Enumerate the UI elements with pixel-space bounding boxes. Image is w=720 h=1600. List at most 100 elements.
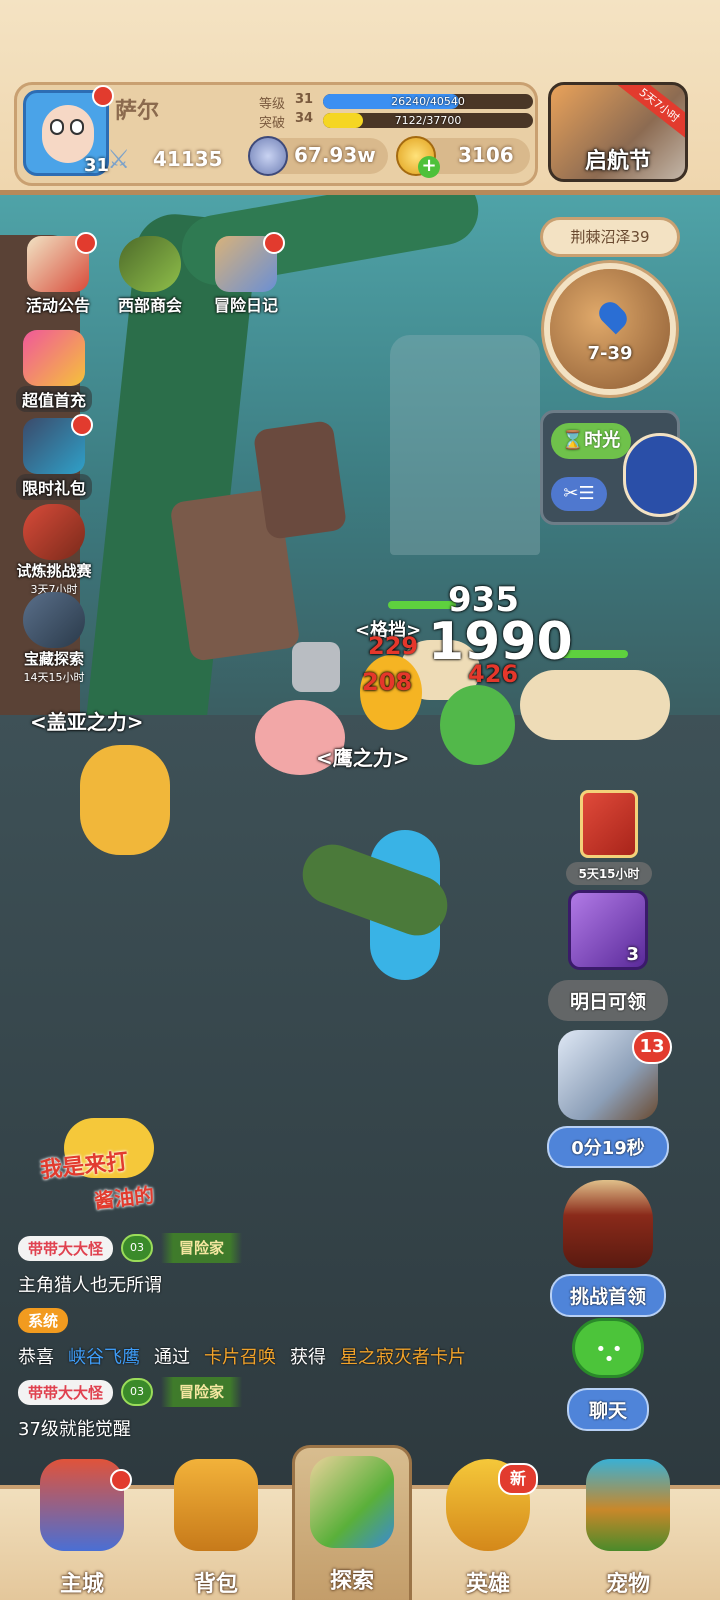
bone-lizard-monster (520, 670, 670, 740)
chat-dots: • • • (595, 1339, 623, 1370)
diary-book-icon (215, 232, 285, 292)
user-title-badge: 冒险家 (161, 1377, 243, 1407)
skill-label-gaia: <盖亚之力> (30, 710, 144, 734)
avatar-eye (50, 119, 64, 135)
notification-dot-icon (75, 232, 97, 254)
level-label: 等级 (259, 97, 286, 112)
menu-label: 西部商会 (117, 296, 182, 315)
chat-message-row: 恭喜 峡谷飞鹰 通过 卡片召唤 获得 星之寂灭者卡片 (18, 1338, 578, 1374)
zone-name[interactable]: 荆棘沼泽39 (540, 217, 680, 257)
nav-label: 英雄 (465, 1572, 510, 1597)
menu-first-recharge[interactable]: 超值首充 (10, 330, 98, 412)
menu-label: 冒险日记 (213, 296, 278, 315)
user-title-badge: 冒险家 (161, 1233, 243, 1263)
menu-treasure-explore[interactable]: 宝藏探索 14天15小时 (4, 592, 104, 685)
menu-label: 超值首充 (15, 386, 92, 412)
chat-message: 37级就能觉醒 (18, 1419, 131, 1440)
chat-message-row: 主角猎人也无所谓 (18, 1266, 578, 1302)
gold-amount: 3106 (458, 143, 514, 167)
system-msg-part: 获得 (290, 1347, 326, 1368)
red-gift-card-icon (580, 790, 638, 858)
silver-currency[interactable]: 67.93w (248, 136, 388, 176)
notification-dot-icon (71, 414, 93, 436)
chibi-girl-avatar[interactable] (623, 433, 697, 517)
menu-limited-pack[interactable]: 限时礼包 (10, 414, 98, 500)
menu-adventure-diary[interactable]: 冒险日记 (204, 232, 288, 316)
festival-label: 启航节 (584, 149, 651, 174)
system-msg-player[interactable]: 峡谷飞鹰 (68, 1343, 140, 1369)
treasure-count-badge: 13 (632, 1030, 672, 1064)
pet-egg-icon (586, 1459, 670, 1551)
nav-heroes[interactable]: 新 英雄 (428, 1459, 548, 1600)
bottom-navigation: 主城 背包 探索 新 英雄 宠物 (0, 1445, 720, 1600)
combat-power: 41135 (153, 147, 223, 171)
treasure-map-icon (310, 1456, 394, 1548)
chat-header-row: 带带大大怪 03 冒险家 (18, 1374, 578, 1410)
menu-western-shop[interactable]: 西部商会 (108, 236, 192, 316)
festival-event-button[interactable]: 5天7小时 启航节 (548, 82, 688, 182)
purple-chest-icon: 3 (568, 890, 648, 970)
castle-icon (40, 1459, 132, 1551)
system-msg-item[interactable]: 星之寂灭者卡片 (340, 1343, 466, 1369)
nav-main-city[interactable]: 主城 (22, 1459, 142, 1600)
system-tag: 系统 (18, 1307, 69, 1333)
damage-number: 208 (362, 668, 413, 696)
daily-chest-button[interactable]: 3 明日可领 (538, 890, 678, 1021)
gold-currency[interactable]: + 3106 (396, 136, 530, 178)
chest-count: 3 (626, 944, 639, 965)
chat-sticker: 我是来打 酱油的 (39, 1118, 200, 1218)
nav-pets[interactable]: 宠物 (568, 1459, 688, 1600)
time-light-button[interactable]: ⌛时光 (551, 423, 631, 459)
merchant-goblin-icon (119, 236, 181, 292)
nav-explore[interactable]: 探索 (292, 1445, 412, 1600)
silver-coin-icon (248, 136, 288, 176)
chat-username[interactable]: 带带大大怪 (18, 1235, 114, 1261)
notification-dot-icon (110, 1469, 132, 1491)
scroll-icon (27, 232, 97, 292)
auto-battle-button[interactable]: ✂☰ (551, 477, 607, 511)
chat-bubble-icon: • • • (572, 1318, 644, 1378)
top-header: 31 萨尔 ⚔ 41135 等级 31 26240/40540 突破 34 71… (0, 0, 720, 195)
knight-helmet (292, 642, 340, 692)
chat-message: 主角猎人也无所谓 (18, 1275, 162, 1296)
user-level-badge: 03 (121, 1378, 154, 1406)
notification-dot-icon (92, 85, 114, 107)
rock (252, 419, 348, 541)
player-name: 萨尔 (115, 99, 160, 124)
exp-bar: 26240/40540 (323, 94, 533, 109)
stage-map-button[interactable]: 7-39 (544, 263, 676, 395)
menu-label: 宝藏探索 (23, 650, 84, 668)
treasure-timer: 0分19秒 (547, 1126, 669, 1168)
treasure-pile-button[interactable]: 13 0分19秒 (540, 1030, 676, 1168)
chat-username[interactable]: 带带大大怪 (18, 1379, 114, 1405)
chat-message-row: 37级就能觉醒 (18, 1410, 578, 1446)
user-level-badge: 03 (121, 1234, 154, 1262)
nav-label: 主城 (59, 1572, 104, 1597)
add-gold-icon[interactable]: + (418, 156, 440, 178)
notification-dot-icon (263, 232, 285, 254)
limited-gift-icon (23, 414, 93, 474)
nav-backpack[interactable]: 背包 (156, 1459, 276, 1600)
system-msg-part: 通过 (154, 1347, 190, 1368)
menu-trial-challenge[interactable]: 试炼挑战赛 3天7小时 (4, 504, 104, 597)
backpack-icon (174, 1459, 258, 1551)
avatar-level: 31 (84, 155, 110, 176)
chat-header-row: 系统 (18, 1302, 578, 1338)
map-widget: 荆棘沼泽39 7-39 ⌛时光 ✂☰ (540, 215, 697, 525)
background-tower (390, 335, 540, 555)
new-badge: 新 (498, 1463, 538, 1495)
silver-amount: 67.93w (294, 143, 376, 167)
break-text: 7122/37700 (394, 114, 462, 127)
player-avatar[interactable]: 31 (23, 85, 114, 176)
menu-announcements[interactable]: 活动公告 (16, 232, 100, 316)
break-label: 突破 (259, 116, 286, 131)
green-goblin-hero (440, 685, 515, 765)
nav-label: 探索 (329, 1569, 374, 1594)
damage-number: 229 (368, 632, 419, 660)
sticker-text-line2: 酱油的 (93, 1182, 156, 1214)
chat-header-row: 带带大大怪 03 冒险家 (18, 1230, 578, 1266)
pickaxe-icon (23, 592, 85, 648)
sticker-text-line1: 我是来打 (39, 1149, 130, 1184)
timed-gift-button[interactable]: 5天15小时 (556, 790, 662, 885)
system-msg-method: 卡片召唤 (204, 1347, 276, 1368)
